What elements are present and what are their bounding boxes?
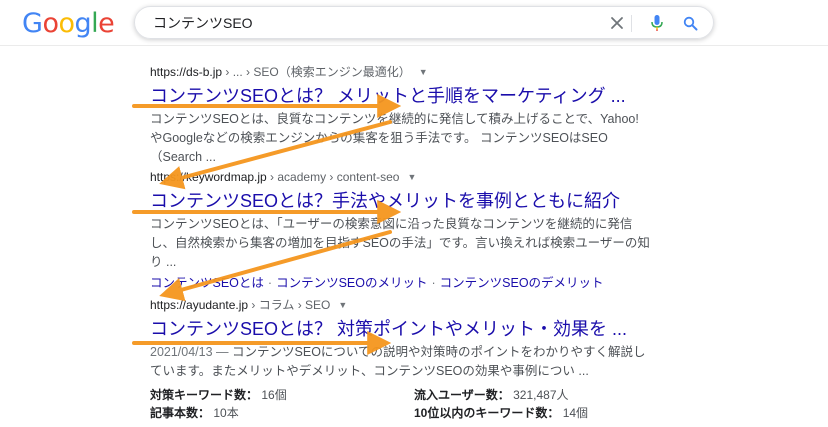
- stat-value: 16個: [261, 388, 287, 402]
- logo-letter: o: [42, 8, 59, 39]
- stat-keywords: 対策キーワード数： 16個: [150, 385, 287, 405]
- search-box[interactable]: [134, 6, 714, 39]
- stat-articles: 記事本数： 10本: [150, 403, 239, 423]
- search-header: Google: [0, 0, 828, 46]
- result-title-link[interactable]: コンテンツSEOとは？ メリットと手順をマーケティング ...: [150, 84, 670, 108]
- logo-letter: e: [98, 8, 115, 39]
- sitelink-separator: ·: [431, 276, 436, 290]
- chevron-down-icon[interactable]: ▼: [338, 297, 347, 313]
- search-divider: [631, 15, 632, 32]
- stat-label: 対策キーワード数：: [150, 388, 259, 402]
- stat-users: 流入ユーザー数： 321,487人: [414, 385, 569, 405]
- search-input[interactable]: [153, 13, 573, 33]
- stat-top10: 10位以内のキーワード数： 14個: [414, 403, 588, 423]
- google-logo[interactable]: Google: [22, 8, 115, 39]
- stat-value: 10本: [213, 406, 239, 420]
- result-url[interactable]: https://keywordmap.jp › academy › conten…: [150, 169, 670, 185]
- logo-letter: o: [58, 8, 75, 39]
- microphone-icon[interactable]: [647, 13, 667, 33]
- result-sitelinks: コンテンツSEOとは · コンテンツSEOのメリット · コンテンツSEOのデメリット: [150, 274, 670, 293]
- stat-label: 記事本数：: [150, 406, 211, 420]
- close-icon[interactable]: [607, 13, 627, 33]
- chevron-down-icon[interactable]: ▼: [407, 169, 416, 185]
- result-breadcrumb: › コラム › SEO: [248, 298, 331, 312]
- chevron-down-icon[interactable]: ▼: [419, 64, 428, 80]
- result-breadcrumb: › academy › content-seo: [266, 170, 400, 184]
- search-result: https://ds-b.jp › ... › SEO（検索エンジン最適化） ▼ …: [150, 64, 670, 167]
- logo-letter: g: [74, 8, 92, 39]
- sitelink[interactable]: コンテンツSEOのメリット: [276, 276, 427, 290]
- sitelink-separator: ·: [267, 276, 273, 290]
- result-title-link[interactable]: コンテンツSEOとは？ 対策ポイントやメリット・効果を ...: [150, 317, 670, 341]
- search-result: https://ayudante.jp › コラム › SEO ▼ コンテンツSE…: [150, 297, 670, 381]
- sitelink[interactable]: コンテンツSEOとは: [150, 276, 264, 290]
- result-breadcrumb: › ... › SEO（検索エンジン最適化）: [222, 65, 411, 79]
- result-snippet: コンテンツSEOとは、「ユーザーの検索意図に沿った良質なコンテンツを継続的に発信…: [150, 217, 650, 269]
- logo-letter: G: [22, 8, 43, 39]
- result-date: 2021/04/13 —: [150, 345, 233, 359]
- result-site: https://ayudante.jp: [150, 298, 249, 312]
- result-url[interactable]: https://ds-b.jp › ... › SEO（検索エンジン最適化） ▼: [150, 64, 670, 80]
- result-snippet: 2021/04/13 — コンテンツSEOについての説明や対策時のポイントをわか…: [150, 343, 650, 381]
- result-title-link[interactable]: コンテンツSEOとは？手法やメリットを事例とともに紹介: [150, 189, 670, 213]
- result-site: https://keywordmap.jp: [150, 170, 267, 184]
- stat-value: 14個: [562, 406, 589, 420]
- logo-letter: l: [91, 8, 99, 39]
- result-url[interactable]: https://ayudante.jp › コラム › SEO ▼: [150, 297, 670, 313]
- search-icon[interactable]: [680, 13, 700, 33]
- stat-label: 流入ユーザー数：: [414, 388, 510, 402]
- stat-value: 321,487人: [513, 388, 569, 402]
- result-site: https://ds-b.jp: [150, 65, 223, 79]
- sitelink[interactable]: コンテンツSEOのデメリット: [440, 276, 604, 290]
- search-result: https://keywordmap.jp › academy › conten…: [150, 169, 670, 293]
- result-snippet: コンテンツSEOとは、良質なコンテンツを継続的に発信して積み上げることで、Yah…: [150, 112, 639, 164]
- stat-label: 10位以内のキーワード数：: [414, 406, 560, 420]
